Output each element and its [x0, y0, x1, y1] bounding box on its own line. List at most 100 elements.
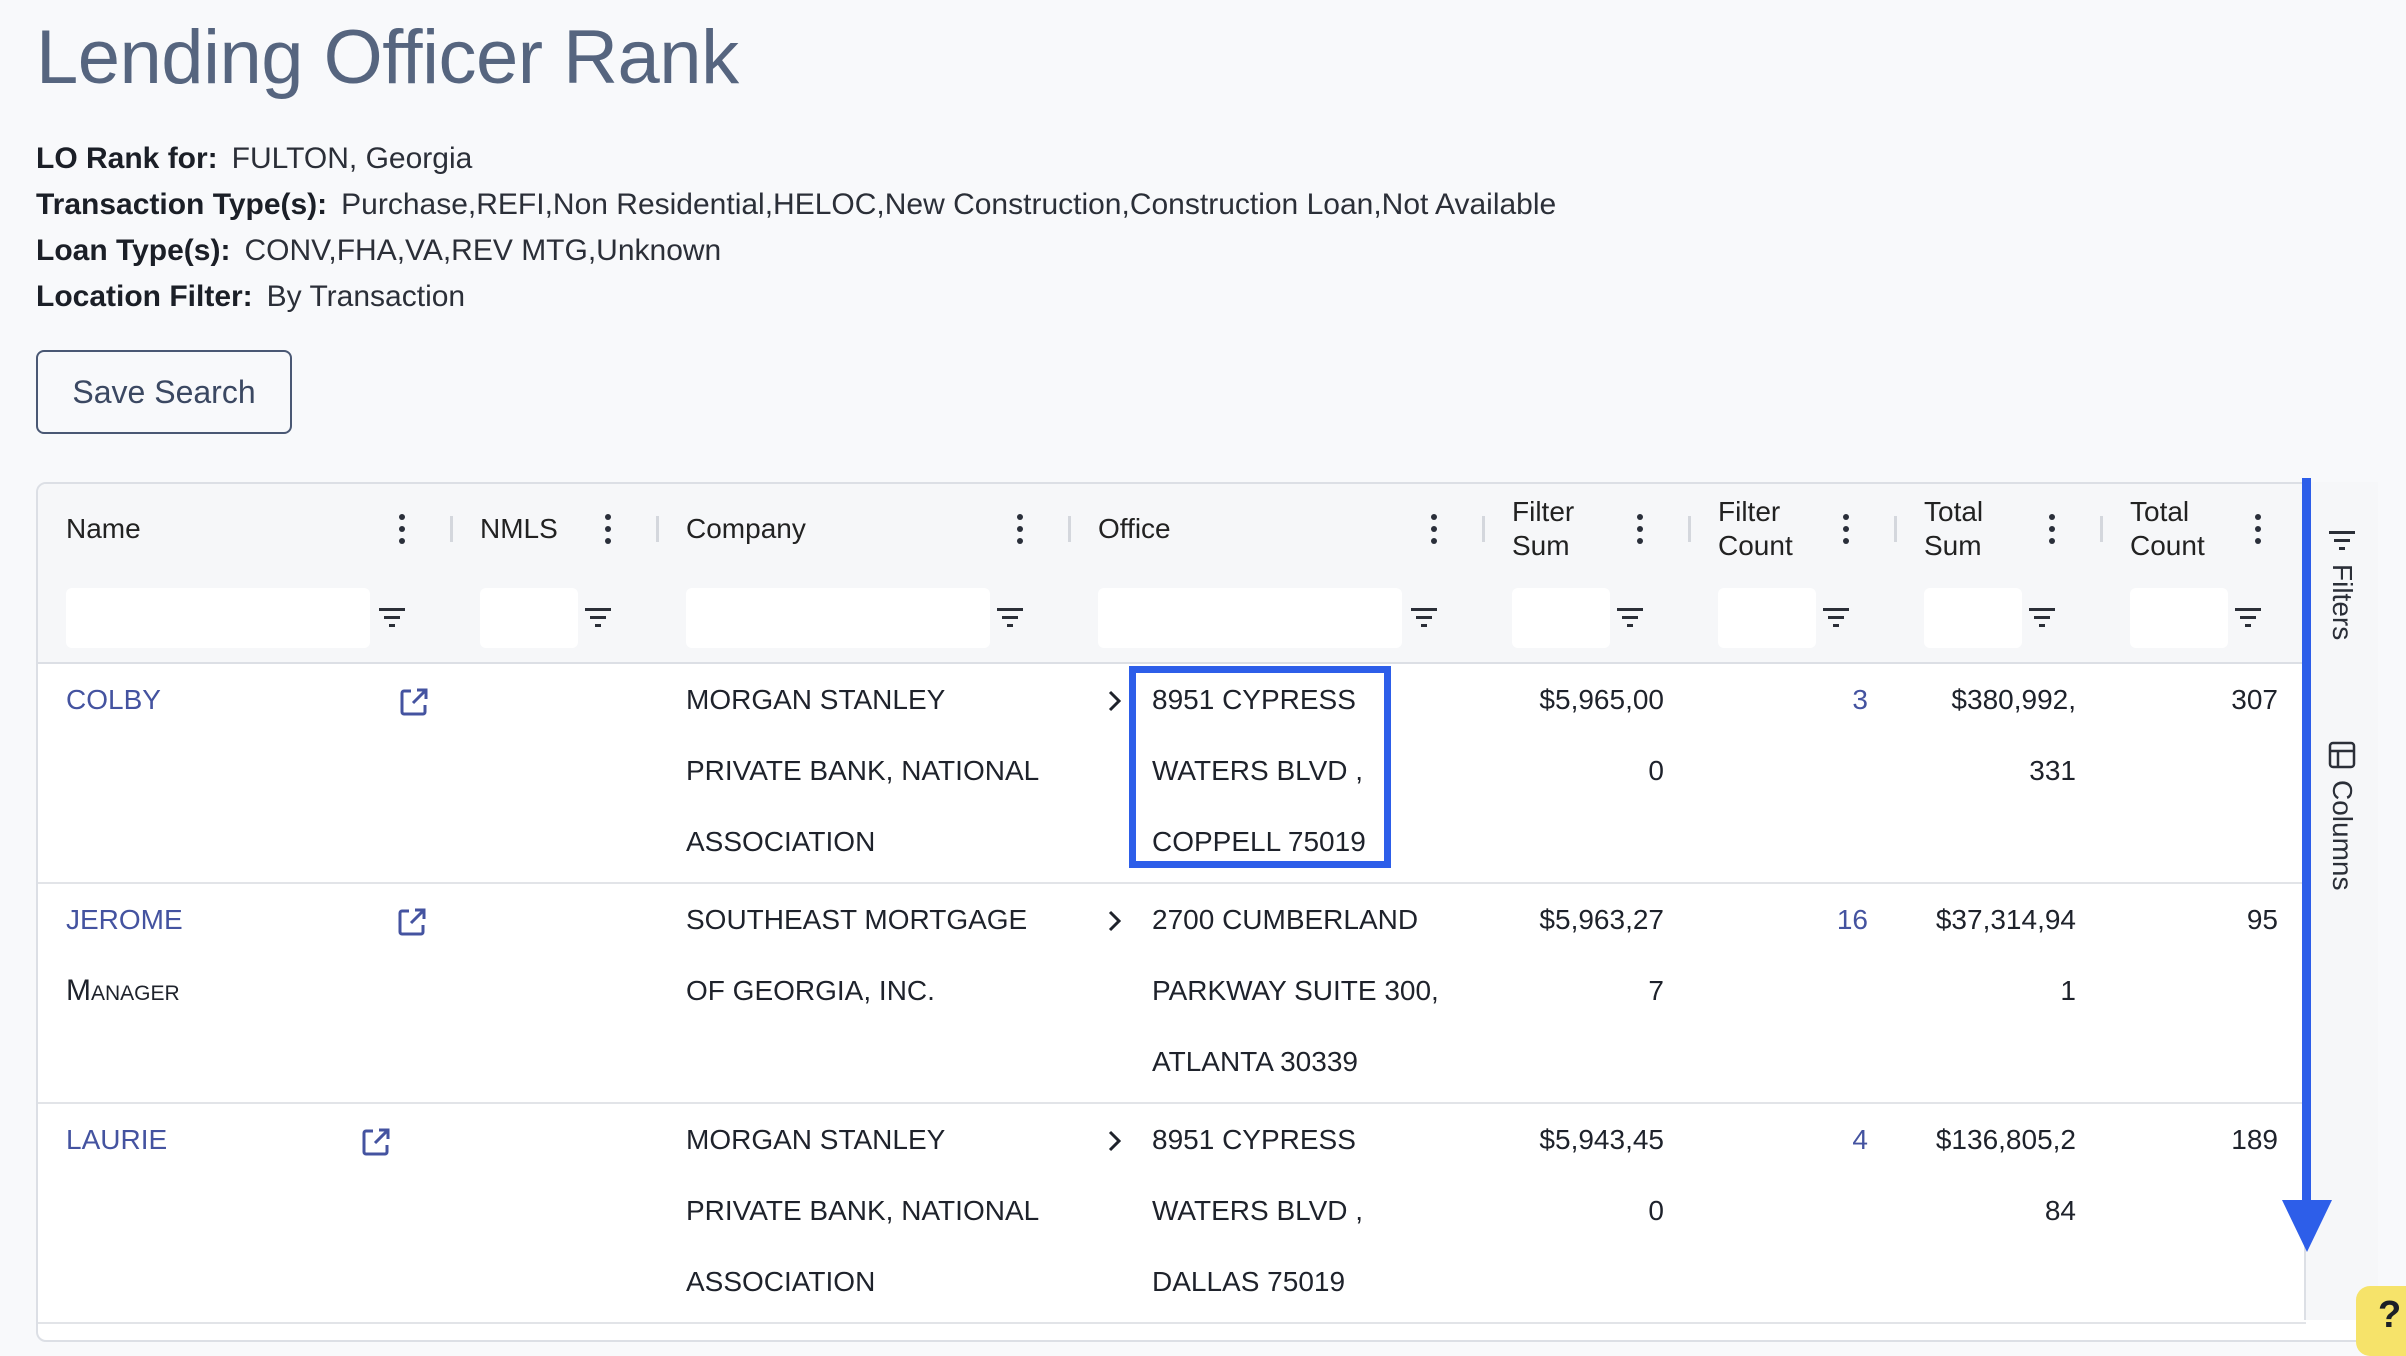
filter-icon[interactable]	[1615, 602, 1645, 632]
arrow-down-icon	[2282, 1200, 2332, 1252]
column-menu-icon[interactable]	[596, 509, 620, 549]
filter-input-total-count[interactable]	[2130, 588, 2228, 648]
cell-line: ASSOCIATION	[686, 1266, 876, 1297]
total-sum-cell: $37,314,94 1	[1924, 884, 2076, 1026]
officer-name-link[interactable]: LAURIE	[66, 1104, 167, 1175]
column-header-total-sum[interactable]: Total Sum	[1896, 484, 2102, 574]
criteria-lo-rank: LO Rank for: FULTON, Georgia	[36, 136, 1556, 182]
filter-input-filter-sum[interactable]	[1512, 588, 1610, 648]
total-sum-cell: $136,805,2 84	[1924, 1104, 2076, 1246]
filter-lines-icon	[2329, 531, 2355, 550]
column-header-label-line: Total	[2130, 496, 2190, 527]
criteria-value: CONV,FHA,VA,REV MTG,Unknown	[244, 234, 722, 267]
column-menu-icon[interactable]	[2040, 509, 2064, 549]
column-header-total-count[interactable]: Total Count	[2102, 484, 2308, 574]
filter-icon[interactable]	[2027, 602, 2057, 632]
cell-line: WATERS BLVD ,	[1152, 1195, 1364, 1226]
cell-line: 8951 CYPRESS	[1152, 684, 1356, 715]
officer-rank-grid: Name NMLS Company Office Filter Sum Filter Coun…	[36, 482, 2376, 1342]
column-header-filter-sum[interactable]: Filter Sum	[1484, 484, 1690, 574]
total-count-cell: 307	[2231, 684, 2278, 715]
chevron-right-icon[interactable]	[1104, 908, 1126, 934]
column-header-label: Filter Sum	[1512, 495, 1574, 563]
column-menu-icon[interactable]	[2246, 509, 2270, 549]
search-criteria: LO Rank for: FULTON, Georgia Transaction …	[36, 136, 1556, 320]
column-header-label: NMLS	[480, 513, 558, 544]
column-header-label: Total Count	[2130, 495, 2205, 563]
filter-icon[interactable]	[2233, 602, 2263, 632]
total-count-cell: 95	[2246, 904, 2278, 935]
cell-line: $37,314,94	[1935, 904, 2076, 935]
column-header-filter-count[interactable]: Filter Count	[1690, 484, 1896, 574]
filter-input-name[interactable]	[66, 588, 370, 648]
column-menu-icon[interactable]	[1422, 509, 1446, 549]
officer-name-link[interactable]: JEROME	[66, 884, 183, 955]
cell-line: $5,965,00	[1539, 684, 1664, 715]
cell-line: 7	[1648, 975, 1664, 1006]
filter-icon[interactable]	[583, 602, 613, 632]
filters-tab-label: Filters	[2327, 564, 2358, 641]
filter-icon[interactable]	[377, 602, 407, 632]
officer-name-link[interactable]: COLBY	[66, 664, 161, 735]
cell-line: PRIVATE BANK, NATIONAL	[686, 1195, 1040, 1226]
column-menu-icon[interactable]	[1008, 509, 1032, 549]
filter-input-company[interactable]	[686, 588, 990, 648]
company-cell: SOUTHEAST MORTGAGE OF GEORGIA, INC.	[686, 884, 1027, 1026]
cell-line: 84	[2044, 1195, 2076, 1226]
filter-count-link[interactable]: 3	[1718, 664, 1868, 735]
help-button[interactable]: ?	[2356, 1286, 2406, 1356]
criteria-value: Purchase,REFI,Non Residential,HELOC,New …	[341, 188, 1557, 221]
open-external-icon[interactable]	[360, 1126, 392, 1158]
filter-input-nmls[interactable]	[480, 588, 578, 648]
criteria-value: FULTON, Georgia	[231, 142, 473, 175]
office-cell: 2700 CUMBERLAND PARKWAY SUITE 300, ATLANTA…	[1152, 884, 1439, 1097]
filter-sum-cell: $5,943,45 0	[1512, 1104, 1664, 1246]
cell-line: OF GEORGIA, INC.	[686, 975, 935, 1006]
column-header-nmls[interactable]: NMLS	[452, 484, 658, 574]
cell-line: DALLAS 75019	[1152, 1266, 1346, 1297]
column-header-label: Total Sum	[1924, 495, 1983, 563]
criteria-transaction-types: Transaction Type(s): Purchase,REFI,Non Re…	[36, 182, 1556, 228]
filter-icon[interactable]	[995, 602, 1025, 632]
cell-line: $5,963,27	[1539, 904, 1664, 935]
column-header-label: Filter Count	[1718, 495, 1793, 563]
chevron-right-icon[interactable]	[1104, 688, 1126, 714]
cell-line: 0	[1648, 755, 1664, 786]
criteria-location-filter: Location Filter: By Transaction	[36, 274, 1556, 320]
criteria-label: Loan Type(s):	[36, 234, 231, 267]
total-count-cell: 189	[2231, 1124, 2278, 1155]
column-menu-icon[interactable]	[390, 509, 414, 549]
column-header-label-line: Sum	[1924, 530, 1982, 561]
cell-line: ASSOCIATION	[686, 826, 876, 857]
column-menu-icon[interactable]	[1628, 509, 1652, 549]
grid-body: COLBY MORGAN STANLEY PRIVATE BANK, NATIONA…	[38, 664, 2306, 1324]
grid-filter-row	[38, 574, 2306, 664]
filter-input-filter-count[interactable]	[1718, 588, 1816, 648]
company-cell: MORGAN STANLEY PRIVATE BANK, NATIONAL ASSO…	[686, 664, 1039, 877]
filter-count-link[interactable]: 16	[1718, 884, 1868, 955]
filter-input-office[interactable]	[1098, 588, 1402, 648]
office-cell: 8951 CYPRESS WATERS BLVD , COPPELL 75019	[1152, 664, 1366, 877]
filter-count-link[interactable]: 4	[1718, 1104, 1868, 1175]
filter-icon[interactable]	[1409, 602, 1439, 632]
columns-tab-label: Columns	[2327, 780, 2358, 891]
page-title: Lending Officer Rank	[36, 15, 739, 100]
table-row: JEROME Manager SOUTHEAST MORTGAGE OF GEORGI…	[38, 884, 2306, 1104]
chevron-right-icon[interactable]	[1104, 1128, 1126, 1154]
cell-line: PRIVATE BANK, NATIONAL	[686, 755, 1040, 786]
filter-icon[interactable]	[1821, 602, 1851, 632]
cell-line: MORGAN STANLEY	[686, 1124, 946, 1155]
officer-title: Manager	[66, 974, 180, 1007]
save-search-button[interactable]: Save Search	[36, 350, 292, 434]
columns-tool-tab[interactable]: Columns	[2306, 740, 2378, 890]
table-row: COLBY MORGAN STANLEY PRIVATE BANK, NATIONA…	[38, 664, 2306, 884]
cell-line: $5,943,45	[1539, 1124, 1664, 1155]
cell-line: PARKWAY SUITE 300,	[1152, 975, 1439, 1006]
open-external-icon[interactable]	[396, 906, 428, 938]
filter-input-total-sum[interactable]	[1924, 588, 2022, 648]
column-menu-icon[interactable]	[1834, 509, 1858, 549]
column-header-label: Name	[66, 513, 141, 544]
open-external-icon[interactable]	[398, 686, 430, 718]
cell-line: 331	[2029, 755, 2076, 786]
filters-tool-tab[interactable]: Filters	[2306, 528, 2378, 640]
